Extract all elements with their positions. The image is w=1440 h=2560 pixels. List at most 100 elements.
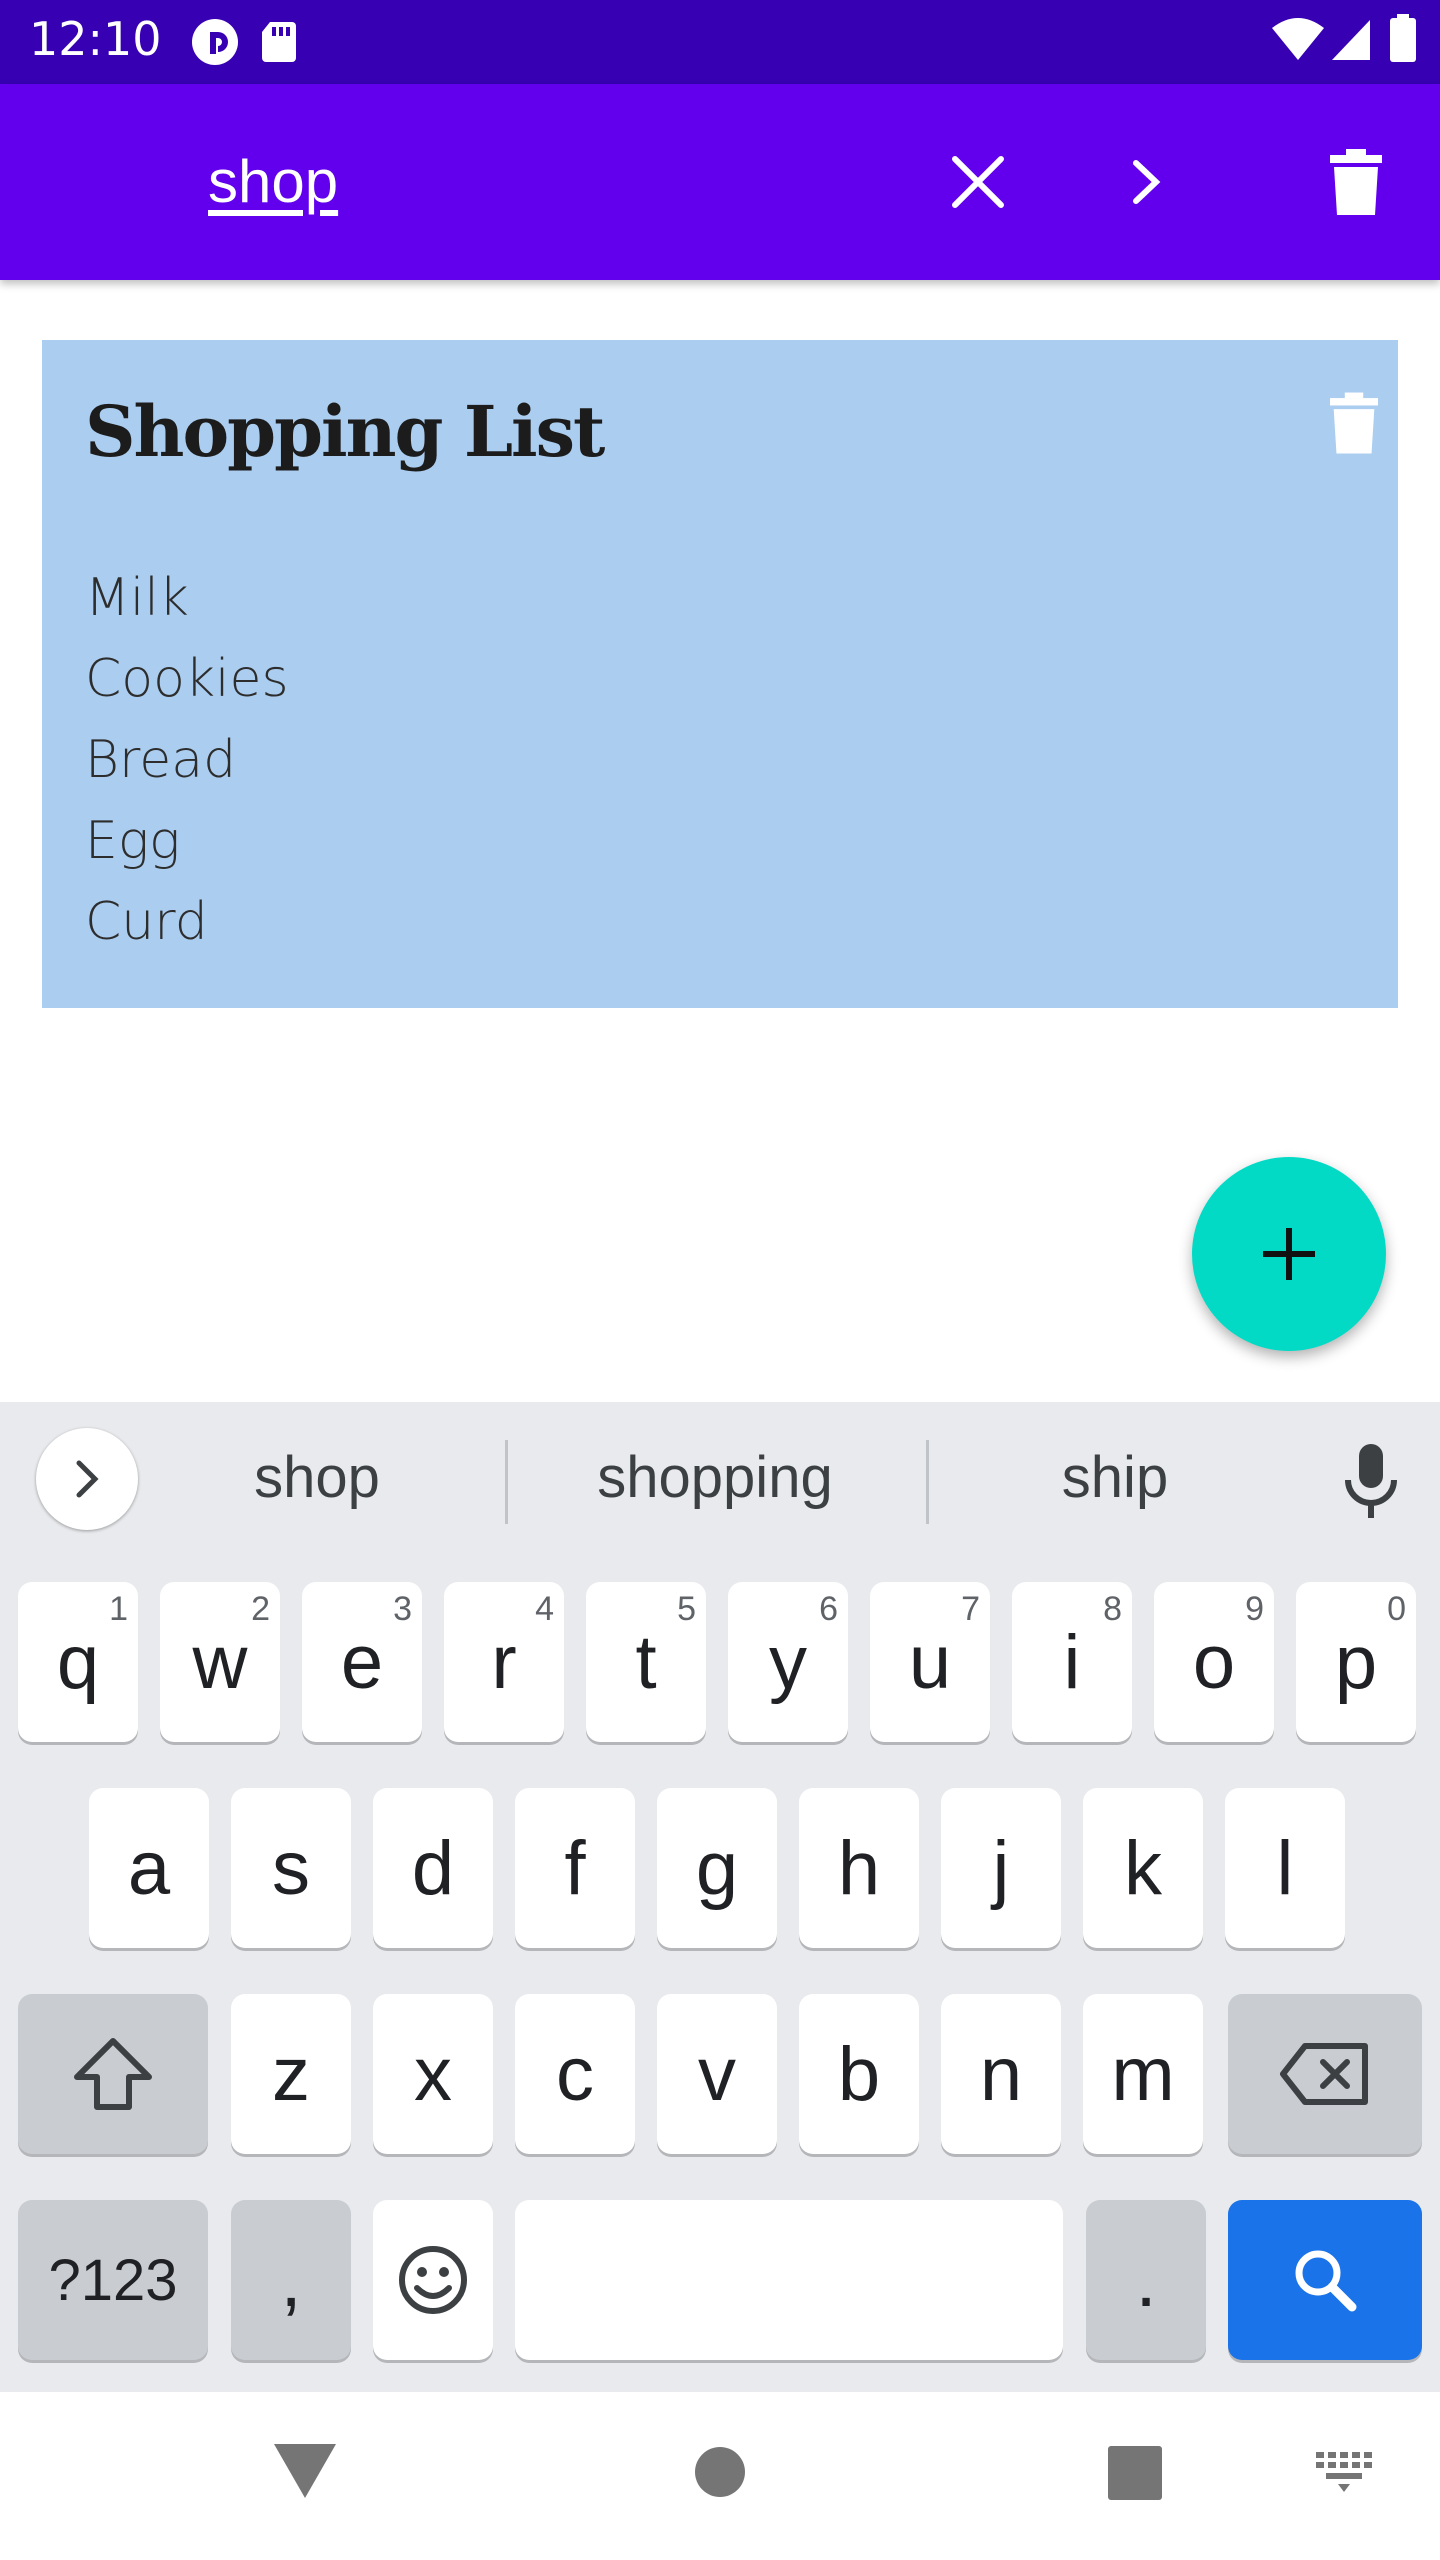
key-label: u	[908, 1619, 952, 1705]
key-z[interactable]: z	[231, 1994, 351, 2154]
voice-input-button[interactable]	[1336, 1442, 1406, 1522]
search-input[interactable]	[208, 146, 808, 216]
recents-icon[interactable]	[1108, 2446, 1162, 2500]
key-x[interactable]: x	[373, 1994, 493, 2154]
emoji-icon	[399, 2246, 467, 2314]
delete-icon	[1330, 149, 1382, 215]
add-note-button[interactable]	[1192, 1157, 1386, 1351]
add-icon	[1263, 1228, 1315, 1280]
delete-icon	[1330, 392, 1378, 454]
key-i[interactable]: i8	[1012, 1582, 1132, 1742]
note-line: Egg	[85, 811, 181, 871]
expand-toolbar-button[interactable]	[36, 1428, 138, 1530]
key-n[interactable]: n	[941, 1994, 1061, 2154]
emoji-key[interactable]	[373, 2200, 493, 2360]
app-bar	[0, 84, 1440, 280]
key-y[interactable]: y6	[728, 1582, 848, 1742]
note-line: Curd	[85, 892, 208, 952]
key-hint: 9	[1245, 1590, 1264, 1628]
key-q[interactable]: q1	[18, 1582, 138, 1742]
note-body: Milk Cookies Bread Egg Curd	[85, 558, 289, 963]
status-bar: 12:10	[0, 0, 1440, 84]
shift-icon	[74, 2038, 152, 2110]
key-label: t	[635, 1619, 657, 1705]
symbols-key[interactable]: ?123	[18, 2200, 208, 2360]
key-hint: 0	[1387, 1590, 1406, 1628]
home-icon[interactable]	[694, 2446, 746, 2498]
key-j[interactable]: j	[941, 1788, 1061, 1948]
key-hint: 2	[251, 1590, 270, 1628]
key-hint: 6	[819, 1590, 838, 1628]
key-label: i	[1063, 1619, 1081, 1705]
chevron-right-icon	[76, 1460, 99, 1498]
suggestion-1[interactable]: shop	[186, 1444, 448, 1511]
key-hint: 1	[109, 1590, 128, 1628]
key-o[interactable]: o9	[1154, 1582, 1274, 1742]
key-hint: 8	[1103, 1590, 1122, 1628]
suggestion-3[interactable]: ship	[980, 1444, 1250, 1511]
search-icon	[1295, 2250, 1357, 2312]
period-key[interactable]: .	[1086, 2200, 1206, 2360]
key-p[interactable]: p0	[1296, 1582, 1416, 1742]
key-k[interactable]: k	[1083, 1788, 1203, 1948]
keyboard: shop shopping ship q1 w2 e3 r4 t5 y6 u7 …	[0, 1402, 1440, 2392]
key-s[interactable]: s	[231, 1788, 351, 1948]
key-label: q	[56, 1619, 100, 1705]
key-e[interactable]: e3	[302, 1582, 422, 1742]
suggestion-strip: shop shopping ship	[0, 1402, 1440, 1560]
key-r[interactable]: r4	[444, 1582, 564, 1742]
search-key[interactable]	[1228, 2200, 1422, 2360]
key-label: p	[1334, 1619, 1378, 1705]
key-hint: 3	[393, 1590, 412, 1628]
key-g[interactable]: g	[657, 1788, 777, 1948]
key-label: y	[769, 1619, 807, 1705]
key-hint: 4	[535, 1590, 554, 1628]
note-title: Shopping List	[85, 390, 605, 473]
note-line: Bread	[85, 730, 237, 790]
clear-search-button[interactable]	[938, 142, 1018, 222]
shift-key[interactable]	[18, 1994, 208, 2154]
key-label: o	[1192, 1619, 1236, 1705]
backspace-key[interactable]	[1228, 1994, 1422, 2154]
status-time: 12:10	[29, 12, 162, 66]
key-hint: 7	[961, 1590, 980, 1628]
key-label: w	[192, 1619, 248, 1705]
next-result-button[interactable]	[1106, 142, 1186, 222]
key-f[interactable]: f	[515, 1788, 635, 1948]
key-v[interactable]: v	[657, 1994, 777, 2154]
suggestion-divider	[926, 1440, 929, 1524]
key-w[interactable]: w2	[160, 1582, 280, 1742]
close-icon	[952, 156, 1004, 208]
key-label: r	[491, 1619, 517, 1705]
key-label: e	[340, 1619, 384, 1705]
key-m[interactable]: m	[1083, 1994, 1203, 2154]
key-d[interactable]: d	[373, 1788, 493, 1948]
delete-all-button[interactable]	[1316, 142, 1396, 222]
suggestion-2[interactable]: shopping	[550, 1444, 880, 1511]
key-h[interactable]: h	[799, 1788, 919, 1948]
key-hint: 5	[677, 1590, 696, 1628]
sd-card-icon	[262, 22, 296, 62]
key-c[interactable]: c	[515, 1994, 635, 2154]
comma-key[interactable]: ,	[231, 2200, 351, 2360]
chevron-right-icon	[1133, 160, 1161, 204]
key-l[interactable]: l	[1225, 1788, 1345, 1948]
back-icon[interactable]	[272, 2442, 338, 2500]
key-u[interactable]: u7	[870, 1582, 990, 1742]
status-right-icons	[1270, 14, 1420, 70]
note-line: Cookies	[85, 649, 289, 709]
backspace-icon	[1280, 2043, 1368, 2105]
microphone-icon	[1345, 1444, 1397, 1518]
key-b[interactable]: b	[799, 1994, 919, 2154]
suggestion-divider	[505, 1440, 508, 1524]
navigation-bar	[0, 2392, 1440, 2560]
space-key[interactable]	[515, 2200, 1063, 2360]
note-card[interactable]: Shopping List Milk Cookies Bread Egg Cur…	[42, 340, 1398, 1008]
key-t[interactable]: t5	[586, 1582, 706, 1742]
note-line: Milk	[85, 568, 189, 628]
wifi-icon	[1272, 18, 1324, 60]
keyboard-switch-icon[interactable]	[1316, 2452, 1372, 2492]
cell-signal-icon	[1332, 20, 1370, 60]
key-a[interactable]: a	[89, 1788, 209, 1948]
note-delete-button[interactable]	[1330, 392, 1386, 460]
